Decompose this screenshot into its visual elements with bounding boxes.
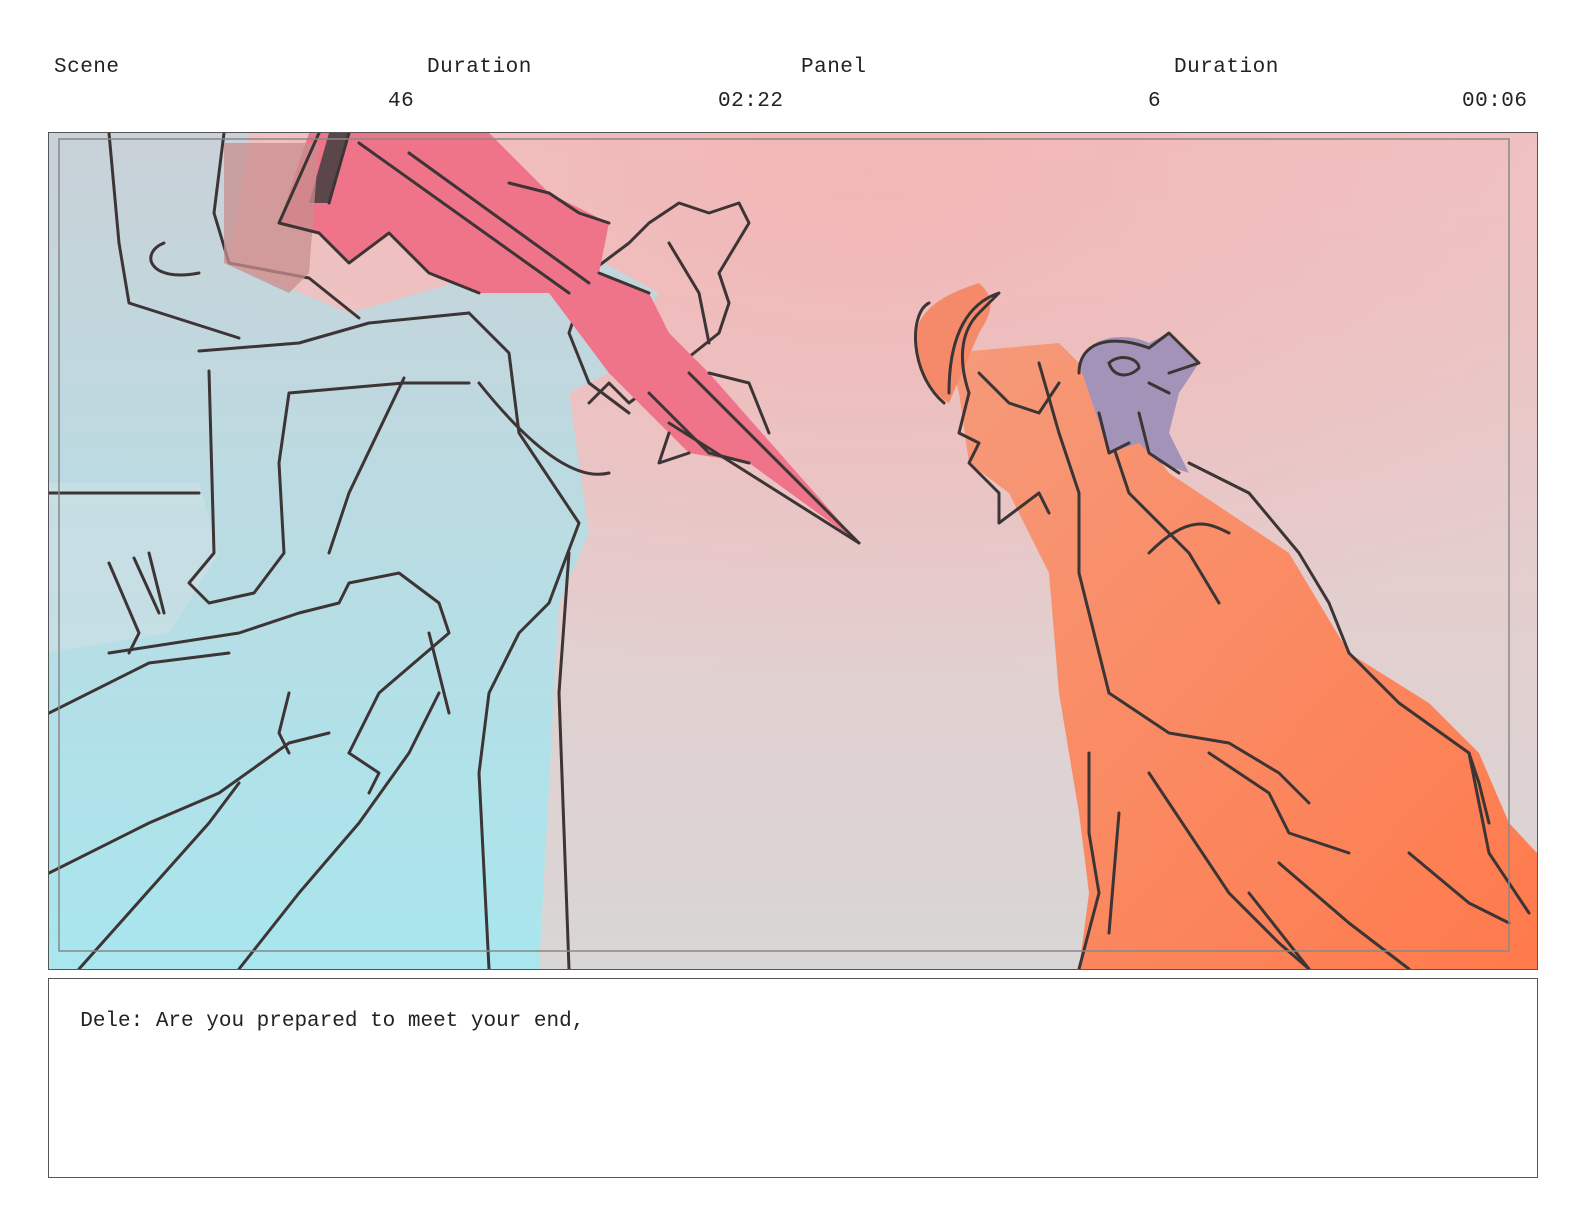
storyboard-panel-frame <box>48 132 1538 970</box>
dialogue-box: Dele: Are you prepared to meet your end, <box>48 978 1538 1178</box>
scene-duration-value: 02:22 <box>718 90 784 113</box>
dialogue-text: Dele: Are you prepared to meet your end, <box>80 1010 585 1033</box>
scene-label: Scene <box>54 56 120 79</box>
panel-duration-label: Duration <box>1174 56 1279 79</box>
scene-number: 46 <box>388 90 415 113</box>
panel-number: 6 <box>1148 90 1162 113</box>
scene-duration-label: Duration <box>427 56 532 79</box>
panel-label: Panel <box>801 56 867 79</box>
storyboard-drawing <box>49 133 1537 969</box>
panel-duration-value: 00:06 <box>1462 90 1528 113</box>
